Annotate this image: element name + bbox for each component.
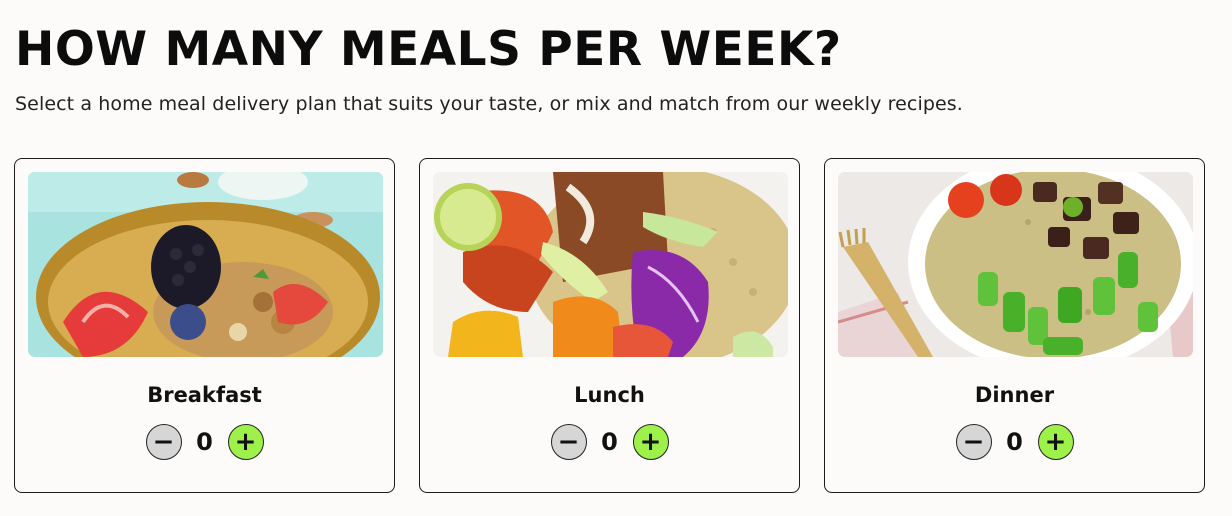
meal-card-lunch: Lunch − 0 + bbox=[419, 158, 800, 493]
lunch-bowl-image bbox=[433, 172, 788, 357]
meal-name: Lunch bbox=[574, 383, 645, 407]
quantity-stepper: − 0 + bbox=[15, 424, 394, 460]
quantity-stepper: − 0 + bbox=[825, 424, 1204, 460]
plus-icon: + bbox=[1044, 427, 1067, 457]
breakfast-bowl-image bbox=[28, 172, 383, 357]
plus-icon: + bbox=[639, 427, 662, 457]
quantity-stepper: − 0 + bbox=[420, 424, 799, 460]
plus-icon: + bbox=[234, 427, 257, 457]
meal-card-dinner: Dinner − 0 + bbox=[824, 158, 1205, 493]
decrease-breakfast-button[interactable]: − bbox=[145, 424, 182, 460]
dinner-count: 0 bbox=[1006, 428, 1023, 456]
breakfast-count: 0 bbox=[196, 428, 213, 456]
minus-icon: − bbox=[962, 427, 985, 457]
page-title: HOW MANY MEALS PER WEEK? bbox=[15, 22, 842, 77]
increase-breakfast-button[interactable]: + bbox=[227, 424, 264, 460]
lunch-count: 0 bbox=[601, 428, 618, 456]
increase-lunch-button[interactable]: + bbox=[632, 424, 669, 460]
meal-name: Dinner bbox=[974, 383, 1055, 407]
decrease-dinner-button[interactable]: − bbox=[955, 424, 992, 460]
decrease-lunch-button[interactable]: − bbox=[550, 424, 587, 460]
minus-icon: − bbox=[152, 427, 175, 457]
meal-name: Breakfast bbox=[147, 383, 262, 407]
increase-dinner-button[interactable]: + bbox=[1037, 424, 1074, 460]
meal-card-breakfast: Breakfast − 0 + bbox=[14, 158, 395, 493]
minus-icon: − bbox=[557, 427, 580, 457]
dinner-bowl-image bbox=[838, 172, 1193, 357]
meal-plan-page: HOW MANY MEALS PER WEEK? Select a home m… bbox=[0, 0, 1232, 516]
page-subtitle: Select a home meal delivery plan that su… bbox=[15, 93, 963, 115]
